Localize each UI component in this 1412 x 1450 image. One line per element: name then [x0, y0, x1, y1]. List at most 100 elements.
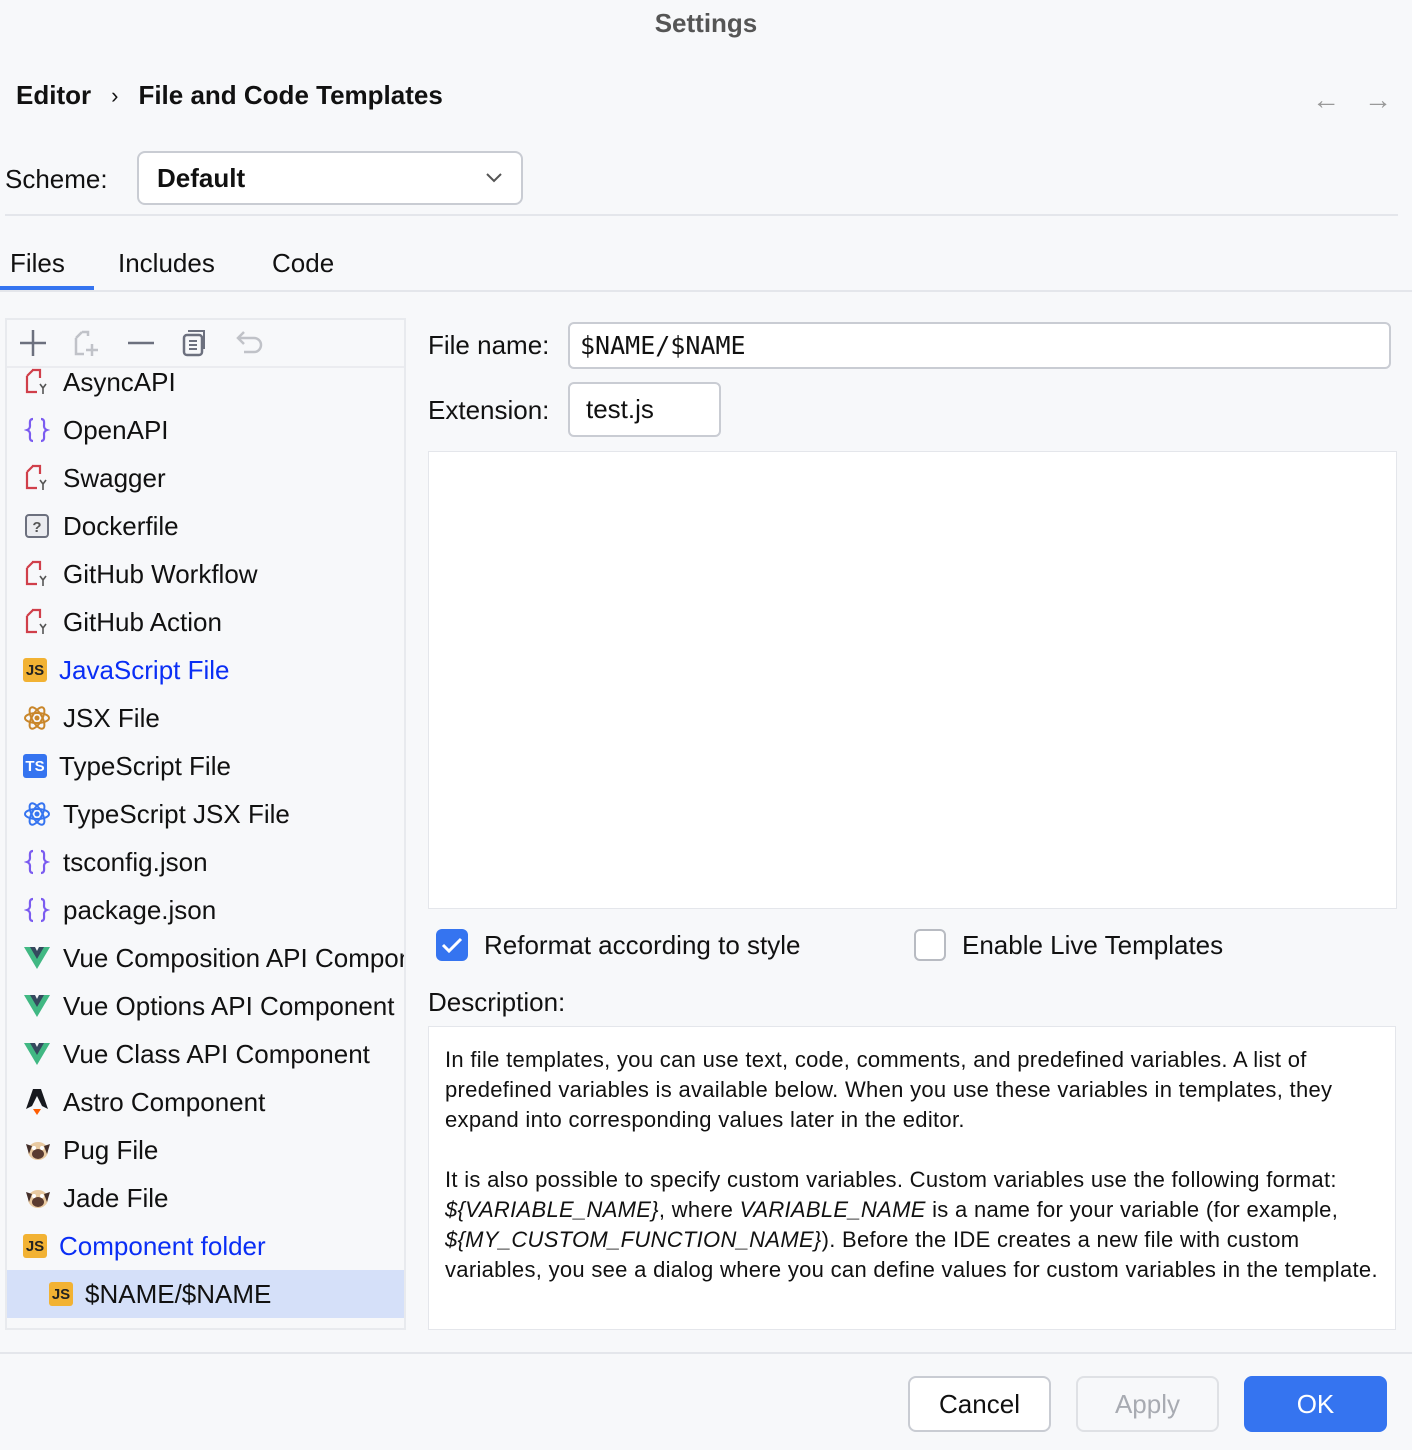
divider	[5, 214, 1398, 216]
json-braces-icon	[23, 896, 51, 924]
template-item[interactable]: package.json	[7, 886, 404, 934]
template-item[interactable]: TypeScript JSX File	[7, 790, 404, 838]
footer-divider	[0, 1352, 1412, 1354]
template-item[interactable]: Astro Component	[7, 1078, 404, 1126]
tab-files[interactable]: Files	[10, 248, 65, 279]
yaml-file-icon	[23, 464, 51, 492]
template-item[interactable]: JS$NAME/$NAME	[7, 1270, 404, 1318]
template-item-label: GitHub Action	[63, 607, 222, 638]
description-paragraph: It is also possible to specify custom va…	[445, 1165, 1379, 1285]
templates-list: AsyncAPI OpenAPI Swagger? Dockerfile GitHub …	[7, 358, 404, 1318]
yaml-file-icon	[23, 368, 51, 396]
vue-icon	[23, 1040, 51, 1068]
ts-icon: TS	[23, 754, 47, 778]
live-templates-checkbox-row[interactable]: Enable Live Templates	[914, 929, 1223, 961]
template-item-label: Astro Component	[63, 1087, 265, 1118]
plus-icon[interactable]	[17, 327, 49, 359]
template-item-label: Component folder	[59, 1231, 266, 1262]
cancel-button[interactable]: Cancel	[908, 1376, 1051, 1432]
extension-input[interactable]: test.js	[568, 382, 721, 437]
template-item-label: Jade File	[63, 1183, 169, 1214]
template-item-label: GitHub Workflow	[63, 559, 258, 590]
text: It is also possible to specify custom va…	[445, 1167, 1337, 1192]
template-item-label: tsconfig.json	[63, 847, 208, 878]
template-item[interactable]: Pug File	[7, 1126, 404, 1174]
live-templates-checkbox[interactable]	[914, 929, 946, 961]
template-item-label: Vue Composition API Component	[63, 943, 406, 974]
template-item[interactable]: AsyncAPI	[7, 358, 404, 406]
react-icon	[23, 704, 51, 732]
window-title: Settings	[0, 8, 1412, 39]
pug-icon	[23, 1184, 51, 1212]
pug-icon	[23, 1136, 51, 1164]
template-item-label: package.json	[63, 895, 216, 926]
template-item[interactable]: ? Dockerfile	[7, 502, 404, 550]
template-item[interactable]: TS TypeScript File	[7, 742, 404, 790]
text: , where	[659, 1197, 740, 1222]
json-braces-icon	[23, 416, 51, 444]
reformat-label: Reformat according to style	[484, 930, 800, 961]
add-child-icon[interactable]	[71, 327, 103, 359]
template-item-label: Vue Class API Component	[63, 1039, 370, 1070]
svg-text:?: ?	[32, 519, 41, 536]
template-item[interactable]: Vue Options API Component	[7, 982, 404, 1030]
template-item[interactable]: Vue Class API Component	[7, 1030, 404, 1078]
template-item-label: JavaScript File	[59, 655, 230, 686]
template-item[interactable]: OpenAPI	[7, 406, 404, 454]
react-icon	[23, 800, 51, 828]
copy-icon[interactable]	[179, 327, 211, 359]
tab-code[interactable]: Code	[272, 248, 334, 279]
breadcrumb: Editor › File and Code Templates	[16, 80, 443, 111]
template-item[interactable]: JS JavaScript File	[7, 646, 404, 694]
template-item-label: JSX File	[63, 703, 160, 734]
ok-button[interactable]: OK	[1244, 1376, 1387, 1432]
undo-icon[interactable]	[233, 327, 265, 359]
chevron-down-icon	[485, 172, 503, 184]
checkmark-icon	[441, 936, 463, 954]
tab-includes[interactable]: Includes	[118, 248, 215, 279]
template-editor[interactable]	[428, 451, 1397, 909]
template-item[interactable]: GitHub Workflow	[7, 550, 404, 598]
template-item-label: $NAME/$NAME	[85, 1279, 271, 1310]
template-item-label: Dockerfile	[63, 511, 179, 542]
js-icon: JS	[23, 658, 47, 682]
templates-panel: AsyncAPI OpenAPI Swagger? Dockerfile GitHub …	[5, 318, 406, 1330]
file-name-label: File name:	[428, 330, 549, 361]
scheme-dropdown[interactable]: Default	[137, 151, 523, 205]
yaml-file-icon	[23, 560, 51, 588]
tabs-divider	[0, 290, 1412, 292]
template-item-label: Pug File	[63, 1135, 158, 1166]
text: is a name for your variable (for example…	[926, 1197, 1338, 1222]
json-braces-icon	[23, 848, 51, 876]
forward-arrow-icon[interactable]: →	[1364, 84, 1392, 116]
template-item-label: OpenAPI	[63, 415, 169, 446]
template-item[interactable]: GitHub Action	[7, 598, 404, 646]
reformat-checkbox[interactable]	[436, 929, 468, 961]
template-item[interactable]: Vue Composition API Component	[7, 934, 404, 982]
scheme-label: Scheme:	[5, 164, 108, 195]
back-arrow-icon[interactable]: ←	[1312, 84, 1340, 116]
minus-icon[interactable]	[125, 327, 157, 359]
variable-example: VARIABLE_NAME	[740, 1197, 926, 1222]
breadcrumb-current: File and Code Templates	[138, 80, 442, 111]
breadcrumb-parent[interactable]: Editor	[16, 80, 91, 111]
variable-example: ${MY_CUSTOM_FUNCTION_NAME}	[445, 1227, 822, 1252]
unknown-file-icon: ?	[23, 512, 51, 540]
template-item-label: AsyncAPI	[63, 367, 176, 398]
reformat-checkbox-row[interactable]: Reformat according to style	[436, 929, 800, 961]
vue-icon	[23, 944, 51, 972]
variable-example: ${VARIABLE_NAME}	[445, 1197, 659, 1222]
description-label: Description:	[428, 987, 565, 1018]
template-item[interactable]: Jade File	[7, 1174, 404, 1222]
template-item-label: Swagger	[63, 463, 166, 494]
js-icon: JS	[23, 1234, 47, 1258]
template-item-label: TypeScript File	[59, 751, 231, 782]
template-item[interactable]: tsconfig.json	[7, 838, 404, 886]
template-item[interactable]: Swagger	[7, 454, 404, 502]
file-name-input[interactable]: $NAME/$NAME	[568, 322, 1391, 369]
template-item[interactable]: JSX File	[7, 694, 404, 742]
apply-button[interactable]: Apply	[1076, 1376, 1219, 1432]
vue-icon	[23, 992, 51, 1020]
template-item[interactable]: JS Component folder	[7, 1222, 404, 1270]
astro-icon	[23, 1088, 51, 1116]
